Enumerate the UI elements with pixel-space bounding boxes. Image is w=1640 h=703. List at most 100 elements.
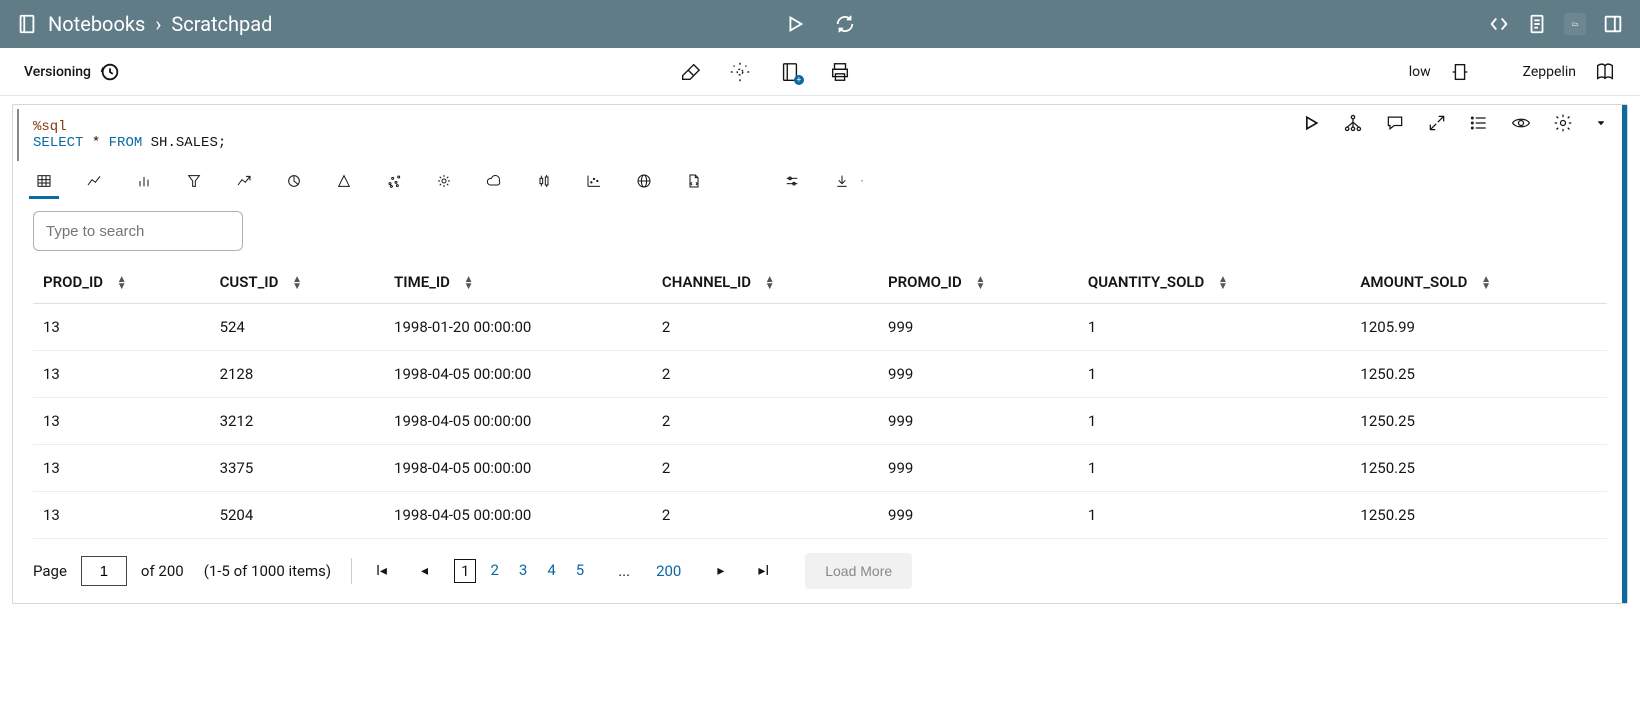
- table-cell: 5204: [210, 492, 384, 539]
- sort-icon[interactable]: ▲▼: [765, 276, 775, 290]
- search-input[interactable]: [33, 211, 243, 251]
- paragraph-width-label: low: [1409, 64, 1431, 80]
- table-cell: 2: [652, 304, 878, 351]
- run-all-icon[interactable]: [784, 13, 806, 35]
- breadcrumb-root[interactable]: Notebooks: [48, 12, 145, 36]
- column-header[interactable]: CUST_ID ▲▼: [210, 261, 384, 304]
- table-cell: 1998-04-05 00:00:00: [384, 398, 652, 445]
- page-input[interactable]: [81, 556, 127, 586]
- results-table: PROD_ID ▲▼CUST_ID ▲▼TIME_ID ▲▼CHANNEL_ID…: [33, 261, 1607, 539]
- first-page-icon[interactable]: I◂: [372, 563, 391, 579]
- comment-icon[interactable]: [1385, 113, 1405, 133]
- viz-html-icon[interactable]: [683, 173, 705, 195]
- viz-pyramid-icon[interactable]: [333, 173, 355, 195]
- dependency-tree-icon[interactable]: [1343, 113, 1363, 133]
- width-icon[interactable]: [1449, 61, 1471, 83]
- sort-icon[interactable]: ▲▼: [1218, 276, 1228, 290]
- table-row: 1333751998-04-05 00:00:00299911250.25: [33, 445, 1607, 492]
- sort-icon[interactable]: ▲▼: [117, 276, 127, 290]
- column-header[interactable]: PROMO_ID ▲▼: [878, 261, 1078, 304]
- page-number[interactable]: 1: [454, 559, 476, 583]
- download-icon[interactable]: [831, 173, 853, 195]
- table-cell: 2: [652, 398, 878, 445]
- page-number[interactable]: 3: [513, 559, 533, 583]
- table-cell: 13: [33, 304, 210, 351]
- column-header[interactable]: QUANTITY_SOLD ▲▼: [1078, 261, 1351, 304]
- sort-icon[interactable]: ▲▼: [292, 276, 302, 290]
- table-cell: 3212: [210, 398, 384, 445]
- expand-icon[interactable]: [1427, 113, 1447, 133]
- eraser-icon[interactable]: [679, 61, 701, 83]
- list-icon[interactable]: [1469, 113, 1489, 133]
- page-number[interactable]: 4: [541, 559, 561, 583]
- table-cell: 3375: [210, 445, 384, 492]
- viz-sunburst-icon[interactable]: [433, 173, 455, 195]
- page-number[interactable]: 5: [570, 559, 590, 583]
- last-page-number[interactable]: 200: [650, 560, 687, 582]
- table-row: 1352041998-04-05 00:00:00299911250.25: [33, 492, 1607, 539]
- viz-line-icon[interactable]: [83, 173, 105, 195]
- viz-cloud-icon[interactable]: [483, 173, 505, 195]
- sort-icon[interactable]: ▲▼: [1481, 276, 1491, 290]
- table-cell: 999: [878, 492, 1078, 539]
- notebook-type-label: Zeppelin: [1523, 64, 1576, 80]
- sort-icon[interactable]: ▲▼: [975, 276, 985, 290]
- table-cell: 13: [33, 445, 210, 492]
- table-cell: 999: [878, 351, 1078, 398]
- gear-icon[interactable]: [1553, 113, 1573, 133]
- table-cell: 1998-04-05 00:00:00: [384, 351, 652, 398]
- table-cell: 13: [33, 492, 210, 539]
- chevron-down-icon[interactable]: [857, 179, 867, 189]
- document-icon[interactable]: [1526, 13, 1548, 35]
- column-header[interactable]: TIME_ID ▲▼: [384, 261, 652, 304]
- run-paragraph-icon[interactable]: [1301, 113, 1321, 133]
- viz-area-icon[interactable]: [233, 173, 255, 195]
- page-label: Page: [33, 562, 67, 580]
- page-number[interactable]: 2: [484, 559, 504, 583]
- page-range-label: (1-5 of 1000 items): [204, 562, 331, 580]
- code-magic: %sql: [33, 119, 67, 135]
- viz-scatter2-icon[interactable]: [583, 173, 605, 195]
- table-cell: 1: [1078, 492, 1351, 539]
- load-more-button[interactable]: Load More: [805, 553, 912, 589]
- dependency-icon[interactable]: +: [779, 61, 801, 83]
- breadcrumb-current[interactable]: Scratchpad: [171, 12, 272, 36]
- table-cell: 2: [652, 445, 878, 492]
- viz-globe-icon[interactable]: [633, 173, 655, 195]
- next-page-icon[interactable]: ▸: [713, 563, 728, 579]
- paragraph-cell: %sql SELECT * FROM SH.SALES; PROD_ID ▲▼C…: [12, 104, 1628, 604]
- column-header[interactable]: CHANNEL_ID ▲▼: [652, 261, 878, 304]
- versioning-label: Versioning: [24, 64, 91, 80]
- notebook-icon: [16, 13, 38, 35]
- table-cell: 524: [210, 304, 384, 351]
- book-icon[interactable]: [1594, 61, 1616, 83]
- chevron-down-icon[interactable]: [1595, 113, 1607, 133]
- table-cell: 999: [878, 398, 1078, 445]
- table-cell: 1: [1078, 304, 1351, 351]
- column-header[interactable]: AMOUNT_SOLD ▲▼: [1350, 261, 1607, 304]
- viz-pie-icon[interactable]: [283, 173, 305, 195]
- table-cell: 2: [652, 351, 878, 398]
- table-cell: 999: [878, 304, 1078, 351]
- page-ellipsis: ...: [612, 560, 636, 582]
- viz-funnel-icon[interactable]: [183, 173, 205, 195]
- print-icon[interactable]: [829, 61, 851, 83]
- viz-bar-icon[interactable]: [133, 173, 155, 195]
- table-cell: 1998-04-05 00:00:00: [384, 445, 652, 492]
- settings-sliders-icon[interactable]: [781, 173, 803, 195]
- panel-layout-icon[interactable]: [1602, 13, 1624, 35]
- sort-icon[interactable]: ▲▼: [464, 276, 474, 290]
- refresh-icon[interactable]: [834, 13, 856, 35]
- viz-boxplot-icon[interactable]: [533, 173, 555, 195]
- sparkle-icon[interactable]: [729, 61, 751, 83]
- versioning-button[interactable]: Versioning: [24, 61, 121, 83]
- last-page-icon[interactable]: ▸I: [754, 563, 773, 579]
- viz-scatter-icon[interactable]: [383, 173, 405, 195]
- eye-icon[interactable]: [1511, 113, 1531, 133]
- table-cell: 999: [878, 445, 1078, 492]
- column-header[interactable]: PROD_ID ▲▼: [33, 261, 210, 304]
- folder-tab-icon[interactable]: [1564, 13, 1586, 35]
- prev-page-icon[interactable]: ◂: [417, 563, 432, 579]
- viz-table-icon[interactable]: [33, 173, 55, 195]
- code-icon[interactable]: [1488, 13, 1510, 35]
